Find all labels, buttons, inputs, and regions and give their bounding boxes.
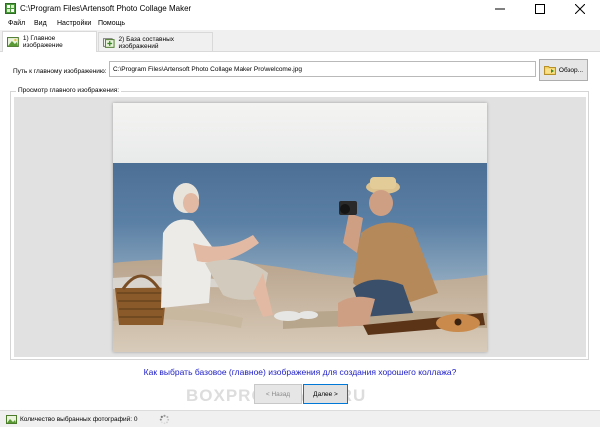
path-label: Путь к главному изображению: xyxy=(13,68,107,75)
tab-image-database-label: 2) База составных изображений xyxy=(118,35,174,50)
main-image-preview xyxy=(113,103,487,352)
preview-group-label: Просмотр главного изображения: xyxy=(16,87,122,94)
close-icon xyxy=(575,3,585,14)
menu-help[interactable]: Помощь xyxy=(98,20,125,27)
tab-strip: 1) Главное изображение 2) База составных… xyxy=(0,30,600,52)
folder-icon xyxy=(543,66,556,75)
menu-file[interactable]: Файл xyxy=(8,20,25,27)
window-title: C:\Program Files\Artensoft Photo Collage… xyxy=(20,4,192,13)
back-button[interactable]: < Назад xyxy=(254,384,302,404)
path-field[interactable]: C:\Program Files\Artensoft Photo Collage… xyxy=(109,61,536,77)
photos-icon xyxy=(6,415,17,424)
maximize-button[interactable] xyxy=(520,0,560,17)
loading-icon xyxy=(159,414,170,425)
next-button[interactable]: Далее > xyxy=(303,384,348,404)
close-button[interactable] xyxy=(560,0,600,17)
status-bar: Количество выбранных фотографий: 0 xyxy=(0,410,600,427)
image-icon xyxy=(7,37,19,47)
minimize-button[interactable] xyxy=(480,0,520,17)
app-icon xyxy=(5,3,16,14)
menu-view[interactable]: Вид xyxy=(34,20,47,27)
browse-label: Обзор... xyxy=(558,66,584,74)
browse-button[interactable]: Обзор... xyxy=(539,59,588,81)
tab-main-image-label: 1) Главное изображение xyxy=(22,35,63,49)
help-link[interactable]: Как выбрать базовое (главное) изображени… xyxy=(0,367,600,377)
tab-image-database[interactable]: 2) База составных изображений xyxy=(98,32,213,52)
tab-main-image[interactable]: 1) Главное изображение xyxy=(2,31,97,52)
minimize-icon xyxy=(495,8,505,9)
menu-settings[interactable]: Настройки xyxy=(57,20,91,27)
selected-photos-count: Количество выбранных фотографий: 0 xyxy=(20,416,138,423)
add-images-icon xyxy=(103,37,115,48)
menu-bar: Файл Вид Настройки Помощь xyxy=(0,17,600,30)
maximize-icon xyxy=(535,3,545,14)
title-bar: C:\Program Files\Artensoft Photo Collage… xyxy=(0,0,600,17)
